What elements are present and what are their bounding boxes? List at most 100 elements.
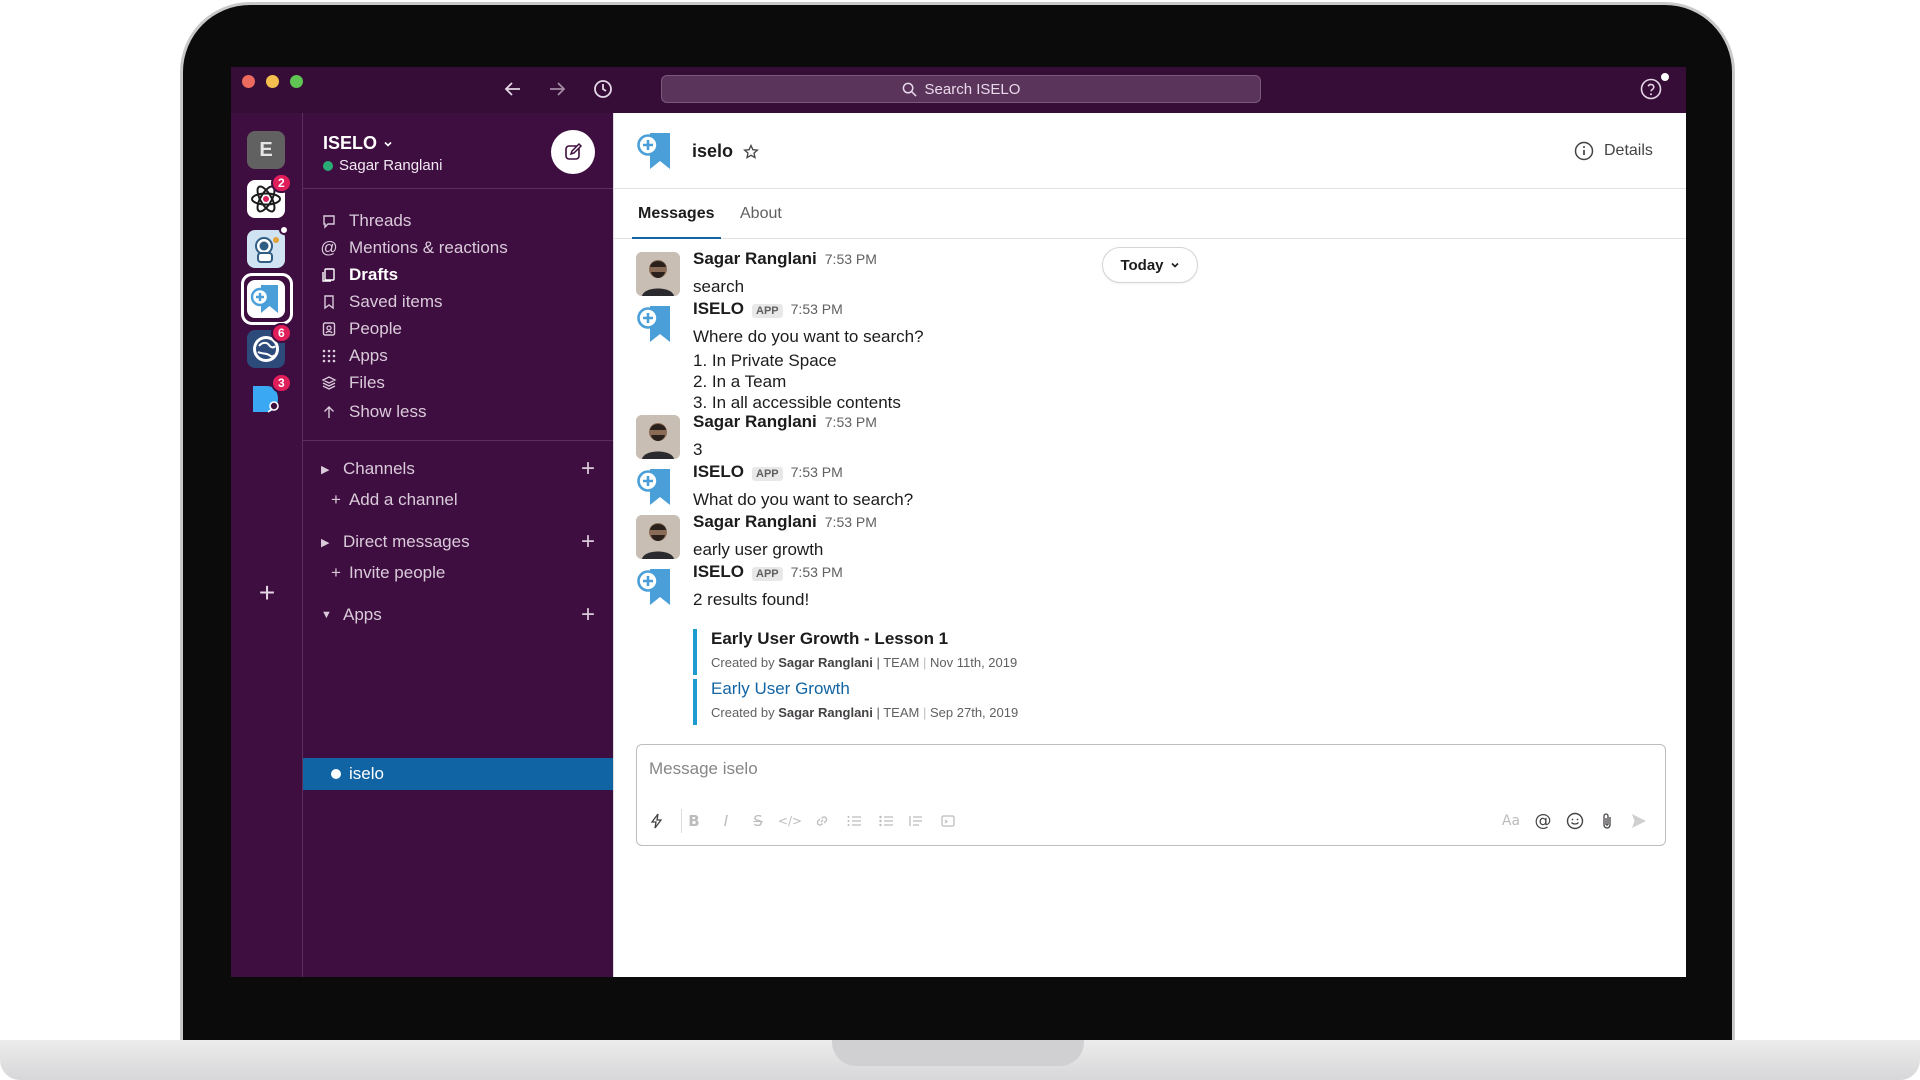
message-author[interactable]: ISELO xyxy=(693,299,744,319)
add-channel-plus-icon[interactable]: + xyxy=(581,457,595,481)
shortcuts-lightning-icon[interactable] xyxy=(645,809,669,833)
message-item: ISELO APP 7:53 PM What do you want to se… xyxy=(636,462,1636,510)
app-tag-badge: APP xyxy=(752,467,783,481)
code-icon[interactable]: </> xyxy=(778,809,802,833)
result-author[interactable]: Sagar Ranglani xyxy=(778,655,873,670)
sidebar-item-iselo[interactable]: iselo xyxy=(303,758,613,790)
compose-button[interactable] xyxy=(551,130,595,174)
search-bar[interactable]: Search ISELO xyxy=(661,75,1261,103)
attachment-paperclip-icon[interactable] xyxy=(1595,809,1619,833)
italic-icon[interactable]: I xyxy=(714,809,738,833)
details-label: Details xyxy=(1604,142,1653,159)
bold-icon[interactable]: B xyxy=(682,809,706,833)
channel-title[interactable]: iselo xyxy=(692,141,759,162)
result-meta: Created by Sagar Ranglani | TEAM | Nov 1… xyxy=(711,655,1018,670)
blockquote-icon[interactable] xyxy=(904,809,928,833)
workspace-iselo-icon[interactable] xyxy=(247,280,285,318)
message-author[interactable]: Sagar Ranglani xyxy=(693,249,817,269)
nav-drafts[interactable]: Drafts xyxy=(321,262,398,288)
user-avatar[interactable] xyxy=(636,415,680,459)
workspace-badge: 2 xyxy=(271,173,292,193)
result-title-link[interactable]: Early User Growth xyxy=(711,679,1193,699)
message-time[interactable]: 7:53 PM xyxy=(791,564,843,580)
tab-about[interactable]: About xyxy=(740,205,782,239)
result-author[interactable]: Sagar Ranglani xyxy=(778,705,873,720)
current-user[interactable]: Sagar Ranglani xyxy=(323,157,442,174)
help-icon[interactable] xyxy=(1639,77,1663,101)
nav-show-less[interactable]: Show less xyxy=(321,399,426,425)
workspace-badge: 6 xyxy=(271,323,292,343)
message-time[interactable]: 7:53 PM xyxy=(825,414,877,430)
nav-threads[interactable]: Threads xyxy=(321,208,411,234)
link-icon[interactable] xyxy=(810,809,834,833)
nav-mentions[interactable]: @ Mentions & reactions xyxy=(320,235,507,261)
nav-people[interactable]: People xyxy=(321,316,402,342)
history-clock-icon[interactable] xyxy=(591,77,615,101)
workspace-e[interactable]: E xyxy=(247,131,285,169)
threads-icon xyxy=(321,213,337,229)
star-icon[interactable] xyxy=(743,143,759,160)
emoji-icon[interactable] xyxy=(1563,809,1587,833)
iselo-app-avatar-icon[interactable] xyxy=(636,465,680,509)
notification-dot xyxy=(1661,73,1669,81)
tab-messages[interactable]: Messages xyxy=(632,205,721,239)
message-author[interactable]: ISELO xyxy=(693,562,744,582)
message-item: Sagar Ranglani 7:53 PM 3 xyxy=(636,412,1636,460)
channel-name: iselo xyxy=(692,141,734,161)
team-name: ISELO xyxy=(323,133,378,153)
nav-files[interactable]: Files xyxy=(321,370,385,396)
message-author[interactable]: Sagar Ranglani xyxy=(693,512,817,532)
direct-messages-label: Direct messages xyxy=(343,532,470,551)
result-date: Sep 27th, 2019 xyxy=(930,705,1019,720)
caret-right-icon: ▶ xyxy=(321,536,330,549)
main-pane: iselo Details Messages About Today Sagar… xyxy=(613,113,1686,977)
invite-people-link[interactable]: + Invite people xyxy=(331,560,445,586)
info-icon xyxy=(1574,141,1594,161)
close-window-button[interactable] xyxy=(242,75,255,88)
result-title[interactable]: Early User Growth - Lesson 1 xyxy=(711,629,1193,649)
direct-messages-section[interactable]: ▶ Direct messages + xyxy=(321,529,595,555)
nav-drafts-label: Drafts xyxy=(349,265,399,284)
compose-icon xyxy=(565,142,583,160)
user-avatar[interactable] xyxy=(636,515,680,559)
add-channel-link[interactable]: + Add a channel xyxy=(331,487,458,513)
message-time[interactable]: 7:53 PM xyxy=(791,301,843,317)
strikethrough-icon[interactable]: S xyxy=(746,809,770,833)
user-avatar[interactable] xyxy=(636,252,680,296)
minimize-window-button[interactable] xyxy=(266,75,279,88)
iselo-app-avatar-icon[interactable] xyxy=(636,565,680,609)
formatting-aa-icon[interactable]: Aa xyxy=(1499,809,1523,833)
nav-apps[interactable]: Apps xyxy=(321,343,388,369)
arrow-up-icon xyxy=(321,404,337,420)
message-input[interactable] xyxy=(649,757,1649,781)
mention-at-icon[interactable]: @ xyxy=(1531,809,1555,833)
message-author[interactable]: ISELO xyxy=(693,462,744,482)
workspace-astronaut-icon[interactable] xyxy=(247,230,285,268)
add-app-plus-icon[interactable]: + xyxy=(581,603,595,627)
code-block-icon[interactable] xyxy=(936,809,960,833)
team-name-menu[interactable]: ISELO xyxy=(323,133,393,154)
message-time[interactable]: 7:53 PM xyxy=(791,464,843,480)
add-workspace-plus-icon[interactable]: + xyxy=(255,579,279,607)
nav-saved-items[interactable]: Saved items xyxy=(321,289,443,315)
ordered-list-icon[interactable] xyxy=(842,809,866,833)
message-time[interactable]: 7:53 PM xyxy=(825,251,877,267)
channels-section[interactable]: ▶ Channels + xyxy=(321,456,595,482)
bulleted-list-icon[interactable] xyxy=(874,809,898,833)
maximize-window-button[interactable] xyxy=(290,75,303,88)
message-author[interactable]: Sagar Ranglani xyxy=(693,412,817,432)
message-time[interactable]: 7:53 PM xyxy=(825,514,877,530)
send-icon[interactable] xyxy=(1627,809,1651,833)
drafts-icon xyxy=(321,267,337,283)
created-by-label: Created by xyxy=(711,655,775,670)
message-text: early user growth xyxy=(693,540,824,559)
forward-arrow-icon[interactable] xyxy=(545,77,569,101)
add-dm-plus-icon[interactable]: + xyxy=(581,530,595,554)
iselo-app-avatar-icon[interactable] xyxy=(636,302,680,346)
back-arrow-icon[interactable] xyxy=(501,77,525,101)
nav-show-less-label: Show less xyxy=(349,402,427,421)
laptop-notch xyxy=(832,1040,1084,1066)
details-button[interactable]: Details xyxy=(1574,141,1653,161)
sidebar-divider xyxy=(303,440,613,441)
apps-section[interactable]: ▼ Apps + xyxy=(321,602,595,628)
